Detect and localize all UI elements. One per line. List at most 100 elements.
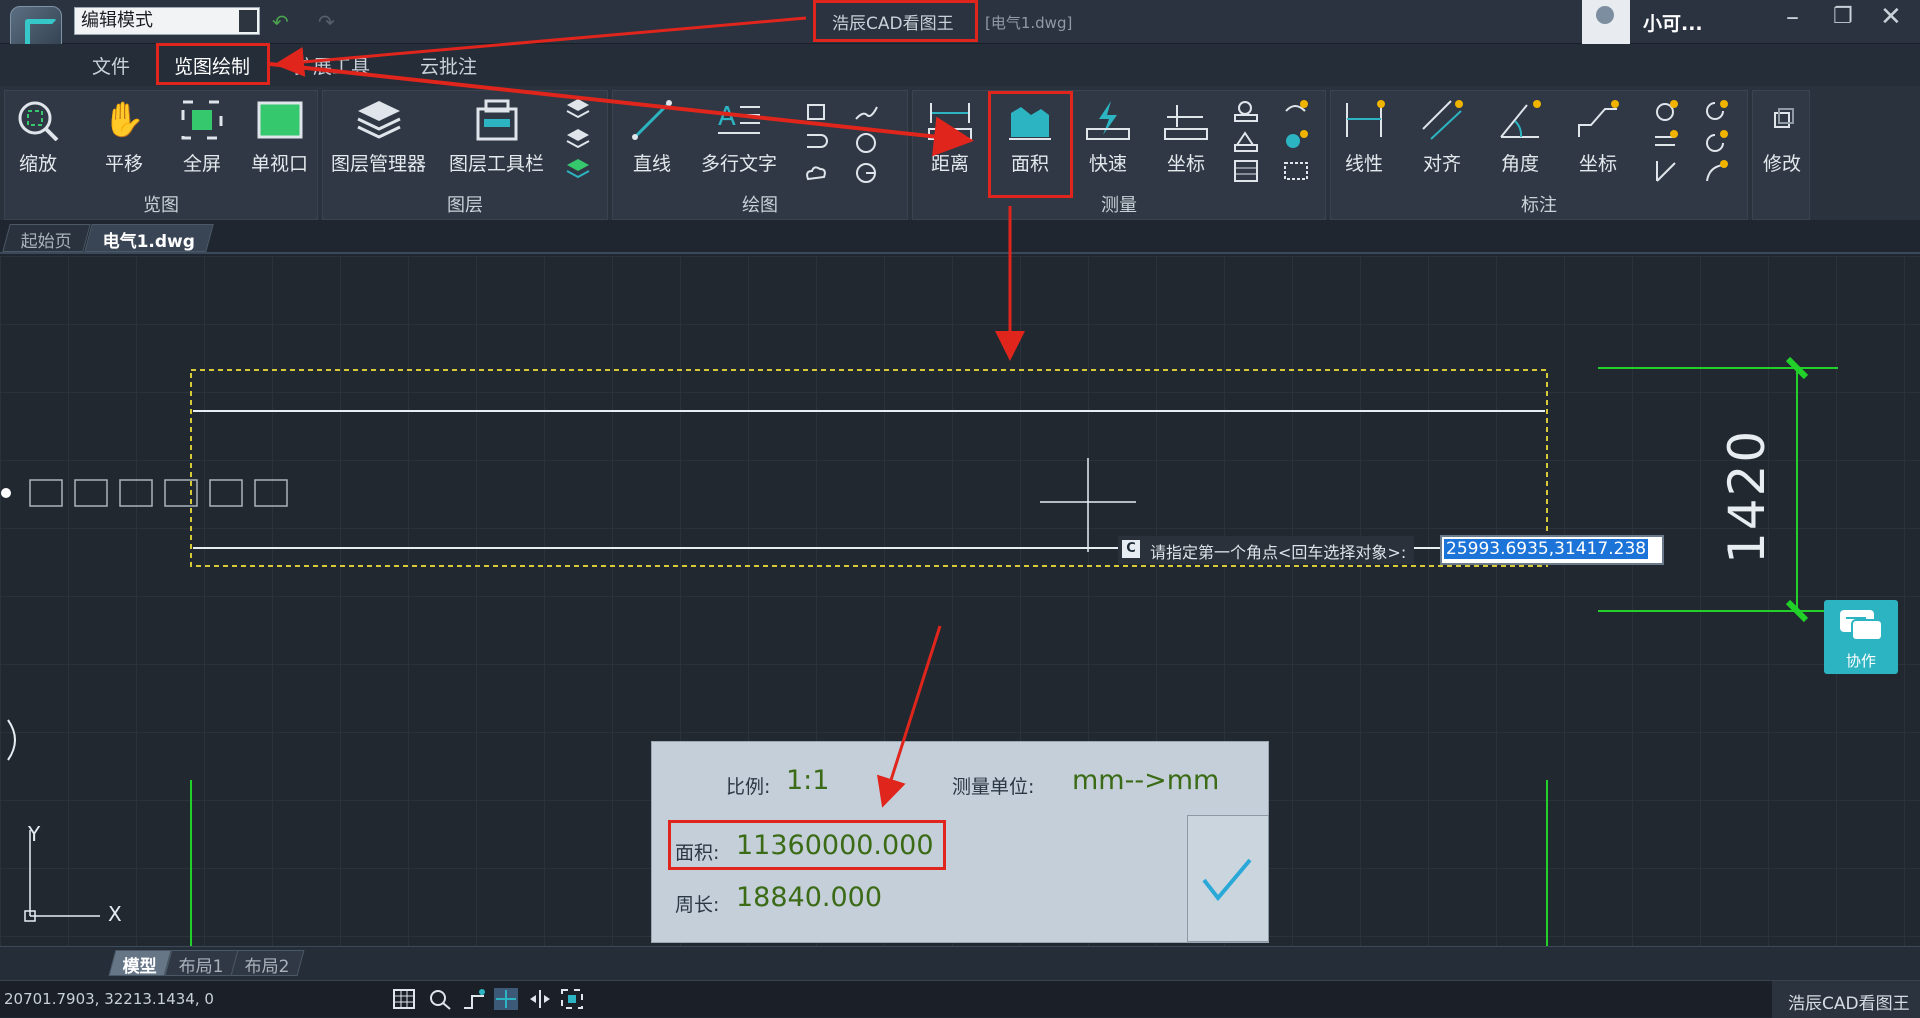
angle-dim-button[interactable]: 角度	[1497, 99, 1543, 176]
axis-y-label: Y	[28, 822, 41, 846]
mode-select[interactable]: 编辑模式	[74, 7, 260, 35]
ordinate-dim-icon	[1575, 99, 1621, 141]
dim-small-icon[interactable]	[1653, 99, 1679, 123]
single-viewport-button[interactable]: 单视口	[251, 99, 308, 176]
sketch-icon[interactable]	[853, 101, 879, 125]
measure-small-icon[interactable]	[1233, 129, 1259, 153]
layers-icon	[356, 99, 402, 141]
grid-icon[interactable]	[392, 988, 416, 1010]
aligned-dim-icon	[1419, 99, 1465, 141]
group-view: 缩放 ✋ 平移 全屏 单视口 览图	[4, 90, 318, 220]
coordinate-measure-button[interactable]: 坐标	[1163, 99, 1209, 176]
aligned-dim-button[interactable]: 对齐	[1419, 99, 1465, 176]
circle-icon[interactable]	[853, 131, 879, 155]
user-avatar-icon[interactable]	[1582, 0, 1630, 44]
menu-file[interactable]: 文件	[92, 52, 130, 79]
quick-measure-button[interactable]: 快速	[1085, 99, 1131, 176]
scale-value: 1:1	[786, 765, 830, 796]
file-title: [电气1.dwg]	[985, 14, 1073, 32]
measure-small-icon[interactable]	[1283, 129, 1309, 153]
group-label-layer: 图层	[447, 195, 483, 216]
layer-manager-button[interactable]: 图层管理器	[331, 99, 426, 176]
snap-icon[interactable]	[428, 988, 452, 1010]
group-label-dimension: 标注	[1521, 195, 1557, 216]
restore-icon[interactable]: ❐	[1833, 4, 1853, 29]
layer-small-icon[interactable]	[565, 127, 591, 151]
annotation-box-area-value	[668, 820, 946, 870]
modify-button[interactable]: 修改	[1759, 99, 1805, 176]
redo-icon[interactable]: ↷	[318, 10, 335, 34]
mirror-icon[interactable]	[528, 988, 552, 1010]
tab-drawing[interactable]: 电气1.dwg	[84, 224, 215, 252]
layout-tabs: 模型 布局1 布局2	[0, 946, 1920, 980]
command-icon: C	[1122, 540, 1140, 558]
ordinate-dim-button[interactable]: 坐标	[1575, 99, 1621, 176]
axis-x-label: X	[108, 902, 122, 926]
svg-text:A: A	[718, 102, 736, 132]
undo-icon[interactable]: ↶	[272, 10, 289, 34]
command-input-value: 25993.6935,31417.238	[1444, 539, 1649, 559]
group-modify: 修改	[1752, 90, 1810, 220]
close-icon[interactable]: ✕	[1880, 2, 1902, 32]
fullscreen-button[interactable]: 全屏	[179, 99, 225, 176]
group-dimension: 线性 对齐 角度 坐标 标注	[1330, 90, 1748, 220]
command-input[interactable]: 25993.6935,31417.238	[1440, 535, 1664, 565]
dim-small-icon[interactable]	[1703, 129, 1729, 153]
cursor-coordinates: 20701.7903, 32213.1434, 0	[4, 990, 214, 1008]
perimeter-label: 周长:	[675, 894, 720, 916]
user-name[interactable]: 小可...	[1643, 9, 1703, 36]
hand-icon: ✋	[102, 100, 146, 140]
zoom-button[interactable]: 缩放	[15, 99, 61, 176]
linear-dim-icon	[1341, 99, 1387, 141]
title-bar: 编辑模式 ↶ ↷ 浩辰CAD看图王 [电气1.dwg] 小可... – ❐ ✕	[0, 0, 1920, 58]
menu-bar: 文件 览图绘制 扩展工具 云批注 – ❐ ✕	[0, 44, 1920, 114]
osnap-icon[interactable]	[494, 988, 518, 1010]
layer-small-icon[interactable]	[565, 97, 591, 121]
line-button[interactable]: 直线	[629, 99, 675, 176]
measure-small-icon[interactable]	[1283, 159, 1309, 183]
lightning-icon	[1085, 99, 1131, 141]
unit-value: mm-->mm	[1072, 765, 1220, 796]
dim-small-icon[interactable]	[1653, 159, 1679, 183]
mtext-icon: A	[716, 99, 762, 141]
polyline-icon[interactable]	[803, 131, 829, 155]
zoom-icon	[15, 99, 61, 142]
tab-start-page[interactable]: 起始页	[2, 224, 91, 252]
cloud-icon[interactable]	[803, 161, 829, 185]
menu-extend-tools[interactable]: 扩展工具	[294, 52, 370, 79]
layer-toolbar-button[interactable]: 图层工具栏	[449, 99, 544, 176]
checkmark-icon	[1202, 858, 1252, 902]
perimeter-value: 18840.000	[736, 882, 883, 913]
confirm-button[interactable]	[1187, 815, 1269, 942]
tab-layout2[interactable]: 布局2	[230, 950, 305, 977]
mtext-button[interactable]: A 多行文字	[701, 99, 777, 176]
table-icon[interactable]	[1233, 159, 1259, 183]
group-label-view: 览图	[143, 195, 179, 216]
angle-dim-icon	[1497, 99, 1543, 141]
ortho-icon[interactable]	[462, 988, 486, 1010]
collaborate-button[interactable]: 协作	[1824, 600, 1898, 674]
layer-small-icon[interactable]	[565, 157, 591, 181]
tab-layout1[interactable]: 布局1	[164, 950, 239, 977]
minimize-icon[interactable]: –	[1786, 2, 1799, 32]
pan-button[interactable]: ✋ 平移	[101, 99, 147, 176]
dimension-text: 1420	[1718, 428, 1776, 564]
tab-model[interactable]: 模型	[108, 950, 172, 977]
fit-icon[interactable]	[560, 988, 584, 1010]
dim-small-icon[interactable]	[1703, 159, 1729, 183]
measure-small-icon[interactable]	[1283, 99, 1309, 123]
linear-dim-button[interactable]: 线性	[1341, 99, 1387, 176]
arc-icon[interactable]	[853, 161, 879, 185]
collaborate-label: 协作	[1845, 652, 1876, 670]
dim-small-icon[interactable]	[1653, 129, 1679, 153]
annotation-box-area	[988, 91, 1073, 198]
distance-button[interactable]: 距离	[927, 99, 973, 176]
measure-small-icon[interactable]	[1233, 99, 1259, 123]
rectangle-icon[interactable]	[803, 101, 829, 125]
mode-select-value: 编辑模式	[81, 10, 153, 31]
fullscreen-icon	[179, 99, 225, 141]
dim-small-icon[interactable]	[1703, 99, 1729, 123]
menu-cloud-annotate[interactable]: 云批注	[420, 52, 477, 79]
chevron-down-icon	[239, 10, 257, 32]
group-label-draw: 绘图	[742, 195, 778, 216]
